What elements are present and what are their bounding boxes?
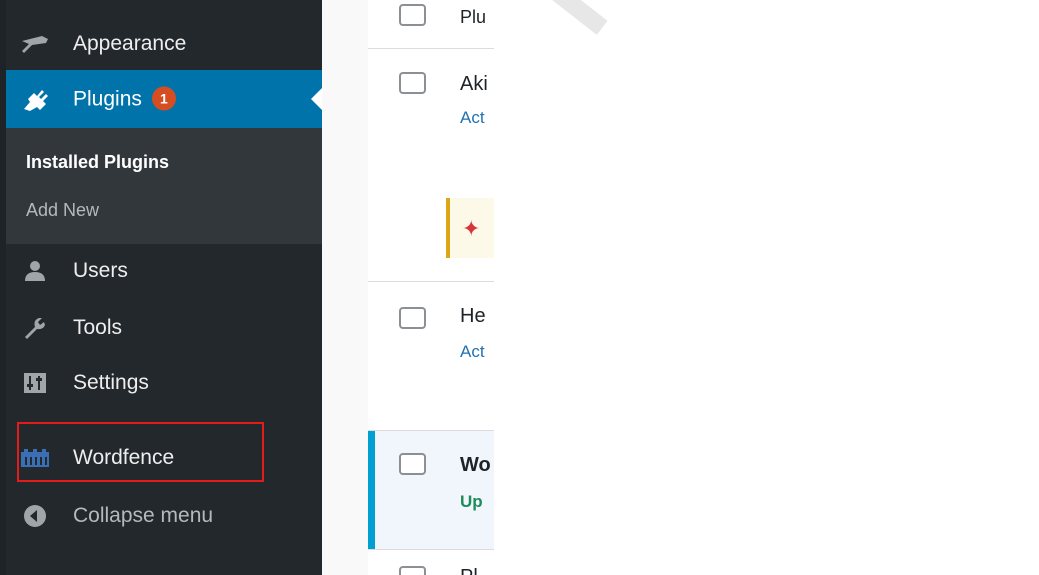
watermark-text: Present Respo bbox=[450, 0, 1039, 74]
menu-label-collapse: Collapse menu bbox=[73, 504, 214, 527]
warning-icon: ✦ bbox=[462, 216, 481, 241]
users-icon bbox=[18, 257, 52, 285]
plugin-plug-icon bbox=[18, 85, 52, 113]
collapse-menu-button[interactable]: Collapse menu bbox=[6, 490, 322, 542]
menu-label-settings: Settings bbox=[73, 371, 149, 394]
plugin-update-link[interactable]: Up bbox=[460, 492, 483, 512]
active-row-indicator bbox=[368, 431, 375, 549]
column-header-plugin: Plu bbox=[460, 7, 487, 27]
row-checkbox[interactable] bbox=[399, 72, 426, 94]
admin-sidebar: Appearance Plugins 1 Installed Plugins Ad… bbox=[6, 0, 322, 575]
current-menu-arrow bbox=[311, 88, 322, 110]
active-row-background bbox=[375, 431, 494, 549]
row-checkbox[interactable] bbox=[399, 453, 426, 475]
menu-label-users: Users bbox=[73, 259, 128, 282]
paintbrush-icon bbox=[18, 30, 52, 58]
plugin-action-link[interactable]: Act bbox=[460, 108, 485, 128]
menu-item-users[interactable]: Users bbox=[6, 245, 322, 297]
update-count-badge: 1 bbox=[151, 86, 176, 111]
plugin-name[interactable]: He bbox=[460, 305, 486, 328]
plugin-name[interactable]: Wo bbox=[460, 454, 491, 477]
plugin-notice: ✦ bbox=[446, 198, 494, 258]
plugin-list-table: Plu Aki Act ✦ He Act Wo Up Pl bbox=[322, 0, 494, 575]
plugin-name[interactable]: Aki bbox=[460, 73, 488, 96]
plugins-submenu: Installed Plugins Add New bbox=[6, 128, 322, 244]
menu-label-plugins: Plugins bbox=[73, 87, 142, 111]
menu-item-tools[interactable]: Tools bbox=[6, 302, 322, 354]
submenu-add-new[interactable]: Add New bbox=[26, 200, 99, 221]
menu-label-tools: Tools bbox=[73, 316, 123, 339]
menu-label-appearance: Appearance bbox=[73, 32, 187, 55]
submenu-installed-plugins[interactable]: Installed Plugins bbox=[26, 152, 169, 173]
row-checkbox[interactable] bbox=[399, 307, 426, 329]
menu-item-plugins[interactable]: Plugins 1 bbox=[6, 70, 322, 128]
wrench-icon bbox=[18, 314, 52, 342]
wordfence-highlight-box bbox=[17, 422, 264, 482]
select-all-checkbox[interactable] bbox=[399, 4, 426, 26]
menu-item-settings[interactable]: Settings bbox=[6, 357, 322, 409]
settings-sliders-icon bbox=[18, 369, 52, 397]
collapse-arrow-icon bbox=[18, 502, 52, 530]
row-checkbox[interactable] bbox=[399, 566, 426, 575]
plugin-action-link[interactable]: Act bbox=[460, 342, 485, 362]
plugin-name[interactable]: Pl bbox=[460, 566, 478, 575]
menu-item-appearance[interactable]: Appearance bbox=[6, 18, 322, 70]
